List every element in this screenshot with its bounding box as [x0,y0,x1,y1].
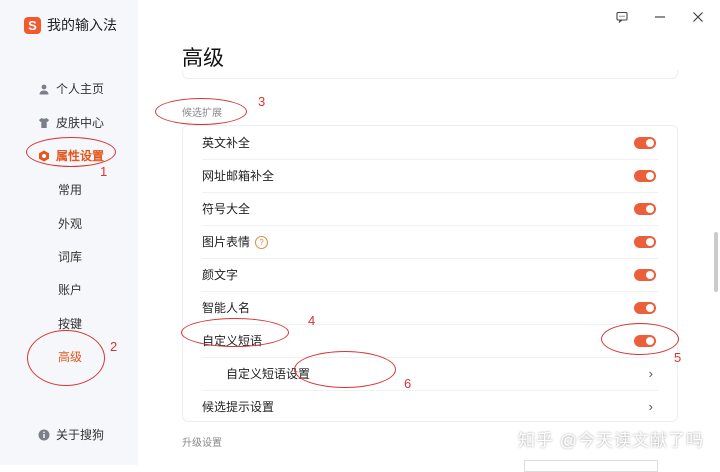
watermark: 知乎 @今天读文献了吗 [518,431,704,450]
annotation-circle [601,323,679,355]
annotation-circle [26,137,116,167]
info-icon [38,429,50,440]
sidebar-subitem-account[interactable]: 账户 [58,281,82,298]
person-icon [39,84,49,94]
sidebar-subitem-appearance[interactable]: 外观 [58,215,82,232]
settings-row-candidate-hint[interactable]: 候选提示设置 › [183,390,677,423]
help-icon[interactable]: ? [255,236,269,250]
settings-row-kaomoji: 颜文字 [183,258,677,291]
row-label: 符号大全 [202,202,251,216]
settings-card: 英文补全 网址邮箱补全 符号大全 图片表情? 颜文字 智能人名 自定义短语 自定… [182,125,678,422]
annotation-number: 5 [674,350,682,365]
section-label-upgrade: 升级设置 [182,438,222,449]
symbols-toggle[interactable] [634,202,656,215]
scrollbar[interactable] [714,232,718,292]
previous-card-edge [182,70,678,79]
sidebar: S 我的输入法 个人主页 皮肤中心 属性设置 常用 外观 词库 账户 按键 高级… [0,0,138,465]
settings-row-symbols: 符号大全 [183,192,677,225]
annotation-circle [294,351,396,388]
settings-row-url-email-completion: 网址邮箱补全 [183,159,677,192]
main-panel: 高级 候选扩展 英文补全 网址邮箱补全 符号大全 图片表情? 颜文字 智能人名 … [138,0,720,472]
settings-row-english-completion: 英文补全 [183,126,677,159]
app-name: 我的输入法 [47,17,117,33]
sidebar-item-profile[interactable]: 个人主页 [38,80,104,97]
row-label: 颜文字 [202,268,239,282]
english-completion-toggle[interactable] [634,136,656,149]
close-icon[interactable] [690,10,706,26]
sidebar-item-label: 个人主页 [56,82,105,96]
kaomoji-toggle[interactable] [634,268,656,281]
sidebar-subitem-lexicon[interactable]: 词库 [58,248,82,265]
annotation-number: 3 [258,94,266,109]
chevron-right-icon: › [648,366,653,381]
annotation-number: 1 [100,164,108,179]
annotation-circle [155,98,247,125]
url-email-completion-toggle[interactable] [634,169,656,182]
settings-window: S 我的输入法 个人主页 皮肤中心 属性设置 常用 外观 词库 账户 按键 高级… [0,0,720,472]
row-label: 图片表情? [202,233,269,250]
chevron-right-icon: › [648,399,653,414]
sidebar-item-skins[interactable]: 皮肤中心 [38,114,104,131]
settings-row-image-emoji: 图片表情? [183,225,677,258]
row-label: 英文补全 [202,136,251,150]
row-label-text: 图片表情 [202,235,251,249]
smart-names-toggle[interactable] [634,301,656,314]
row-label: 候选提示设置 [202,400,275,414]
annotation-number: 6 [404,376,412,391]
annotation-circle [181,318,289,347]
sidebar-item-label: 皮肤中心 [56,116,105,130]
settings-row-custom-phrase-settings[interactable]: 自定义短语设置 › [183,357,677,390]
page-title: 高级 [182,47,224,70]
sidebar-subitem-common[interactable]: 常用 [58,181,82,198]
brand: S 我的输入法 [24,15,117,35]
image-emoji-toggle[interactable] [634,235,656,248]
sidebar-item-about[interactable]: 关于搜狗 [38,426,104,443]
shirt-icon [39,117,49,128]
annotation-circle [27,330,105,386]
minimize-icon[interactable] [652,10,668,26]
annotation-number: 4 [308,313,316,328]
partial-control [524,460,658,472]
row-label: 智能人名 [202,301,251,315]
row-label: 网址邮箱补全 [202,169,275,183]
sogou-logo-icon: S [24,16,41,34]
annotation-number: 2 [110,339,118,354]
sidebar-item-label: 关于搜狗 [56,428,105,442]
feedback-icon[interactable] [614,10,630,26]
window-controls [614,10,706,26]
